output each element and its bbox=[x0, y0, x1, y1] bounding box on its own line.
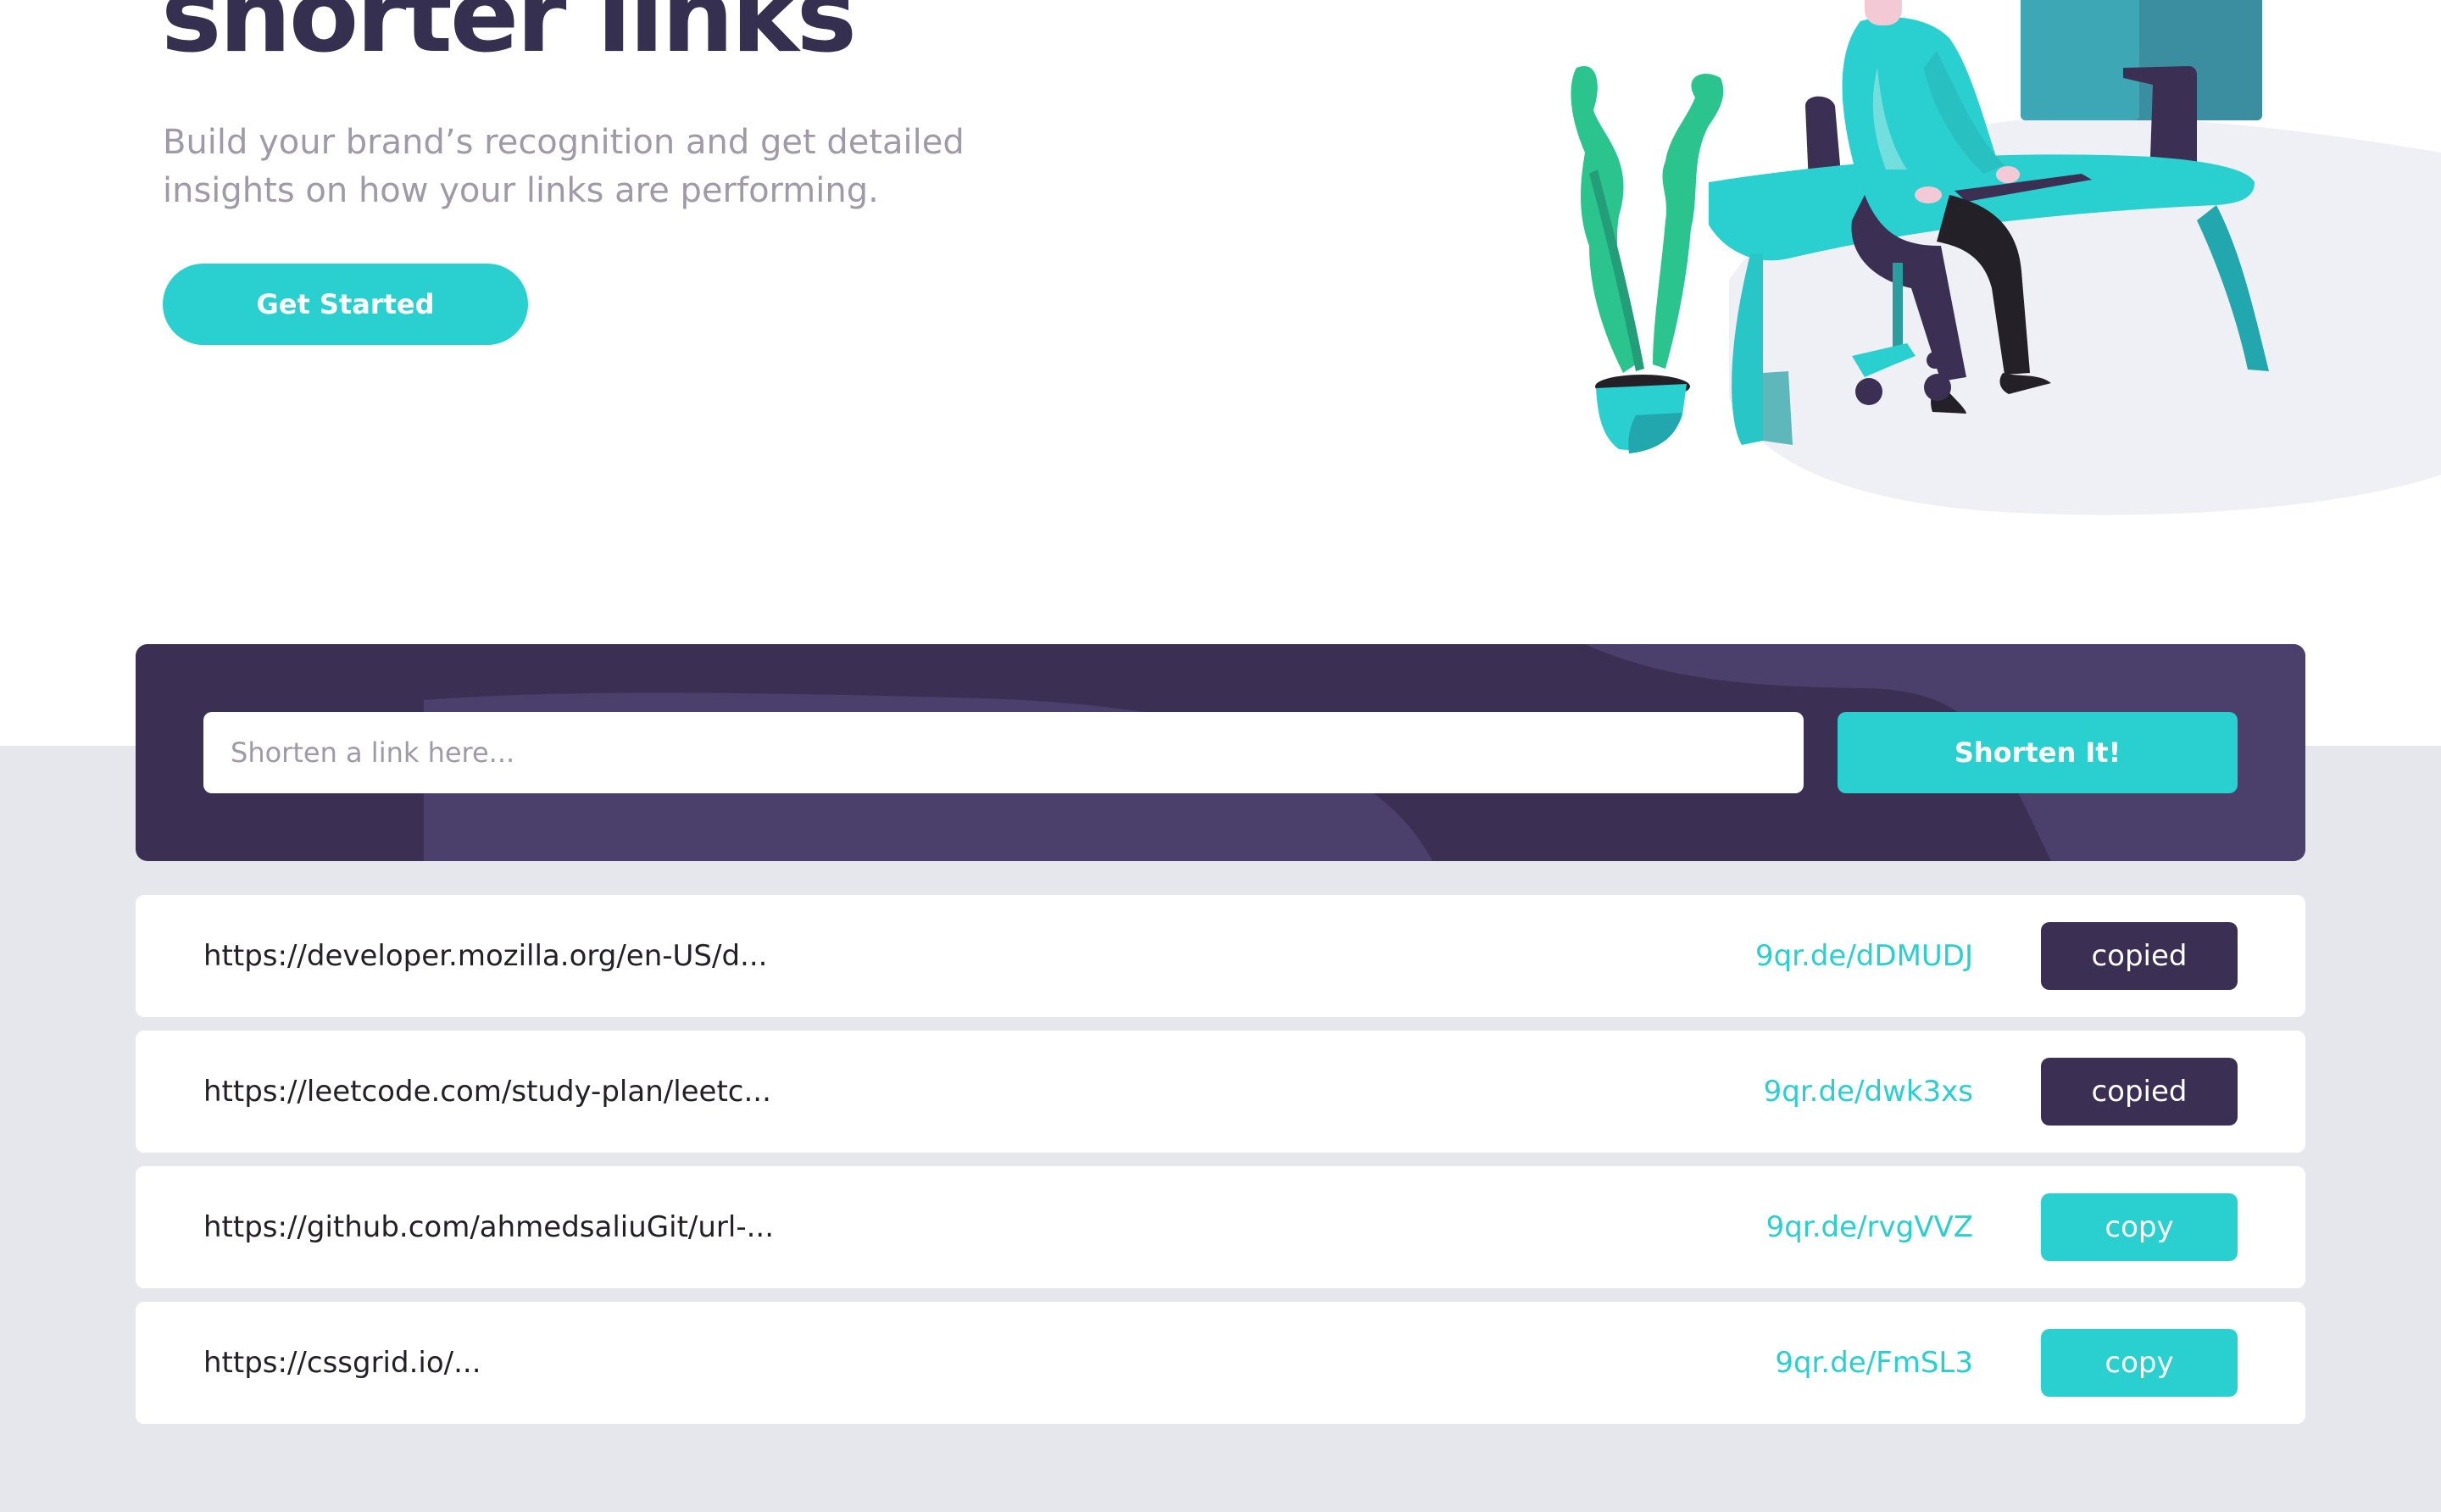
shortened-links-list: https://developer.mozilla.org/en-US/d...… bbox=[136, 895, 2305, 1437]
person-working-illustration bbox=[1571, 0, 2441, 515]
hero-section: shorter links Build your brand’s recogni… bbox=[0, 0, 2441, 746]
shortened-link-row: https://developer.mozilla.org/en-US/d...… bbox=[136, 895, 2305, 1017]
shortened-link-row: https://leetcode.com/study-plan/leetc...… bbox=[136, 1031, 2305, 1153]
shorten-it-button[interactable]: Shorten It! bbox=[1838, 712, 2238, 793]
original-url: https://leetcode.com/study-plan/leetc... bbox=[203, 1075, 771, 1109]
copy-button[interactable]: copy bbox=[2041, 1329, 2238, 1397]
copy-button[interactable]: copied bbox=[2041, 1058, 2238, 1126]
shorten-form: Shorten It! bbox=[136, 644, 2305, 861]
original-url: https://developer.mozilla.org/en-US/d... bbox=[203, 939, 768, 973]
hero-title: shorter links bbox=[161, 0, 857, 75]
hero-subtitle: Build your brand’s recognition and get d… bbox=[163, 123, 965, 210]
shortened-link-row: https://cssgrid.io/... 9qr.de/FmSL3 copy bbox=[136, 1302, 2305, 1424]
shortened-link-row: https://github.com/ahmedsaliuGit/url-...… bbox=[136, 1166, 2305, 1288]
short-url-link[interactable]: 9qr.de/rvgVVZ bbox=[1766, 1166, 1973, 1288]
original-url: https://github.com/ahmedsaliuGit/url-... bbox=[203, 1210, 775, 1244]
get-started-button[interactable]: Get Started bbox=[163, 264, 528, 345]
short-url-link[interactable]: 9qr.de/FmSL3 bbox=[1775, 1302, 1973, 1424]
short-url-link[interactable]: 9qr.de/dwk3xs bbox=[1764, 1031, 1973, 1153]
original-url: https://cssgrid.io/... bbox=[203, 1346, 481, 1380]
copy-button[interactable]: copied bbox=[2041, 922, 2238, 990]
copy-button[interactable]: copy bbox=[2041, 1193, 2238, 1261]
short-url-link[interactable]: 9qr.de/dDMUDJ bbox=[1755, 895, 1973, 1017]
shorten-link-input[interactable] bbox=[203, 712, 1804, 793]
